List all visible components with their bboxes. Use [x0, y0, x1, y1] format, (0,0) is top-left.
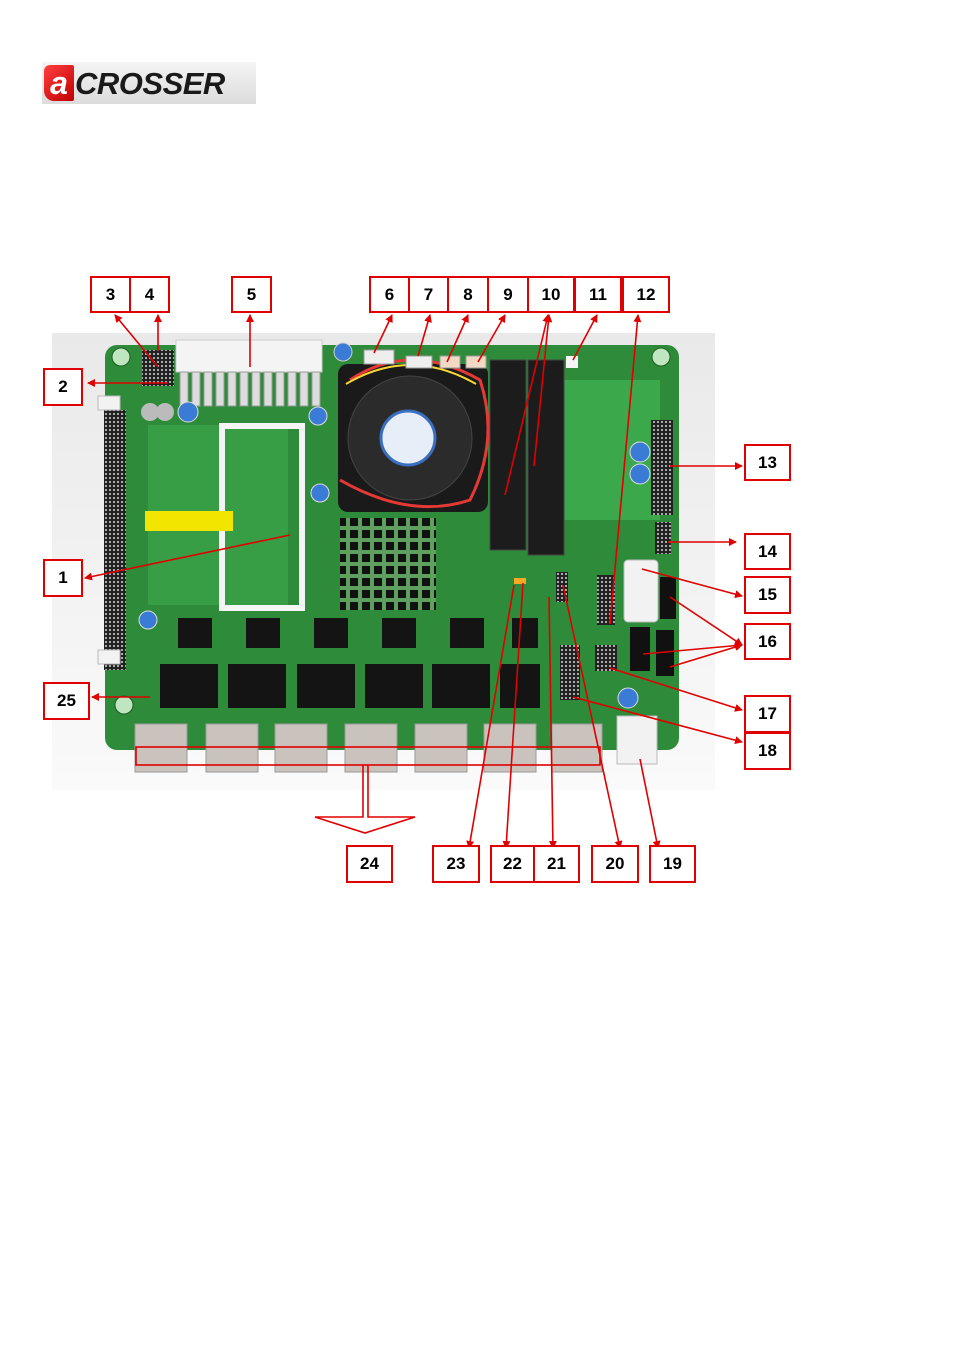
- callout-20: 20: [591, 845, 639, 883]
- header-14: [655, 522, 671, 554]
- callout-9: 9: [487, 276, 529, 313]
- atx-power-connector: [175, 339, 323, 373]
- callout-4: 4: [129, 276, 170, 313]
- cf-jumper: [566, 356, 578, 368]
- callout-21: 21: [533, 845, 580, 883]
- callout-22: 22: [490, 845, 535, 883]
- jumper-23: [514, 578, 526, 584]
- header-9: [465, 355, 487, 369]
- callout-18: 18: [744, 732, 791, 770]
- header-2-3-4: [142, 350, 174, 386]
- callout-16: 16: [744, 623, 791, 660]
- left-bracket-bottom: [97, 649, 121, 665]
- callout-3: 3: [90, 276, 131, 313]
- callout-25: 25: [43, 682, 90, 720]
- sata-2: [630, 627, 650, 671]
- lpt-header: [651, 420, 673, 515]
- callout-23: 23: [432, 845, 480, 883]
- callout-14: 14: [744, 533, 791, 570]
- callout-5: 5: [231, 276, 272, 313]
- lan-chips: [160, 664, 540, 708]
- header-17: [595, 645, 617, 671]
- callout-2: 2: [43, 368, 83, 406]
- usb-port: [616, 715, 658, 765]
- chipset-heatsink: [340, 518, 436, 610]
- label-sticker: [145, 511, 233, 531]
- callout-8: 8: [447, 276, 489, 313]
- motherboard-figure: [84, 314, 743, 849]
- header-6: [363, 349, 395, 365]
- sodimm-slot-1: [489, 359, 527, 551]
- callout-12: 12: [622, 276, 670, 313]
- callout-6: 6: [369, 276, 410, 313]
- hollow-arrow-24: [314, 765, 416, 834]
- left-bracket: [97, 395, 121, 411]
- molex-connector: [623, 559, 659, 623]
- arrow-19: [639, 758, 661, 849]
- callout-11: 11: [574, 276, 622, 313]
- sodimm-slot-2: [527, 359, 565, 556]
- callout-17: 17: [744, 695, 791, 733]
- arrow-16a: [669, 596, 743, 646]
- edge-connector: [104, 410, 126, 670]
- callout-10: 10: [527, 276, 575, 313]
- cpu-fan-hub: [379, 409, 437, 467]
- header-7: [405, 355, 433, 369]
- callout-15: 15: [744, 576, 791, 614]
- callout-1: 1: [43, 559, 83, 597]
- callout-7: 7: [408, 276, 449, 313]
- sata-1: [660, 577, 676, 619]
- header-8: [439, 355, 461, 369]
- callout-24: 24: [346, 845, 393, 883]
- callout-19: 19: [649, 845, 696, 883]
- callout-13: 13: [744, 444, 791, 481]
